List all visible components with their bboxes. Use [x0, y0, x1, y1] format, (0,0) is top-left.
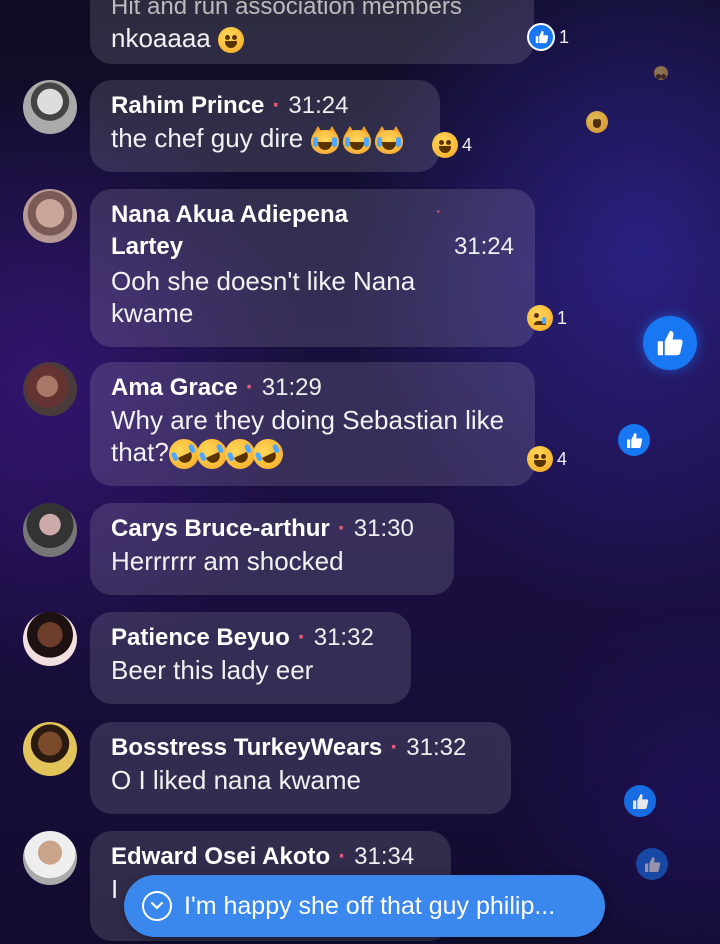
comment-text-inner: nkoaaaa [111, 23, 211, 53]
rofl-emoji [247, 434, 288, 475]
avatar[interactable] [23, 831, 77, 885]
floating-like-icon [618, 424, 650, 456]
reaction-summary[interactable]: 1 [527, 305, 567, 331]
reaction-summary[interactable]: 1 [527, 23, 569, 51]
comment-text-inner: the chef guy dire [111, 123, 304, 153]
floating-like-icon [643, 316, 697, 370]
crying-cat-emoji [310, 126, 340, 155]
avatar[interactable] [23, 722, 77, 776]
comment-bubble[interactable]: Nana Akua Adiepena · Lartey 31:24 Ooh sh… [90, 189, 535, 347]
comment-text-top: Hit and run association members [111, 0, 462, 20]
floating-like-icon [624, 785, 656, 817]
commenter-name[interactable]: Patience Beyuo [111, 624, 290, 651]
avatar[interactable] [23, 503, 77, 557]
comment-bubble[interactable]: Rahim Prince · 31:24 the chef guy dire [90, 80, 440, 172]
commenter-name[interactable]: Rahim Prince [111, 92, 264, 119]
commenter-name[interactable]: Nana Akua Adiepena [111, 201, 348, 228]
comment-header: Rahim Prince · 31:24 [111, 90, 418, 122]
floating-laugh-emoji [654, 66, 668, 80]
comment-bubble[interactable]: Carys Bruce-arthur · 31:30 Herrrrrr am sho… [90, 503, 454, 595]
commenter-name[interactable]: Carys Bruce-arthur [111, 515, 330, 542]
commenter-name[interactable]: Bosstress TurkeyWears [111, 734, 382, 761]
comment-text: Beer this lady eer [111, 655, 314, 685]
comment-header: Ama Grace · 31:29 [111, 372, 513, 404]
comment-text-inner: that? [111, 437, 169, 467]
separator-dot: · [297, 624, 306, 651]
sad-emoji [527, 305, 553, 331]
comment-timestamp: 31:34 [354, 843, 415, 870]
comment-timestamp: 31:32 [406, 734, 467, 761]
comment-bubble[interactable]: Hit and run association members nkoaaaa [90, 0, 534, 64]
comment-timestamp: 31:29 [261, 374, 322, 401]
comment-header: Nana Akua Adiepena · [111, 199, 513, 231]
comment-text: Herrrrrr am shocked [111, 546, 344, 576]
new-comments-pill[interactable]: I'm happy she off that guy philip... [124, 875, 605, 937]
comment-text: Ooh she doesn't like Nana [111, 266, 416, 296]
comment-bubble[interactable]: Patience Beyuo · 31:32 Beer this lady eer [90, 612, 411, 704]
reaction-count: 1 [557, 307, 568, 328]
comment-timestamp: 31:30 [353, 515, 414, 542]
comment-timestamp: 31:24 [288, 92, 349, 119]
avatar[interactable] [23, 189, 77, 243]
comment-text: nkoaaaa [111, 22, 512, 54]
separator-dot: · [390, 734, 399, 761]
comment-header: Edward Osei Akoto · 31:34 [111, 841, 429, 873]
separator-dot: · [337, 515, 346, 542]
chevron-down-icon [142, 891, 172, 921]
separator-dot: · [338, 843, 347, 870]
reaction-summary[interactable]: 4 [432, 132, 472, 158]
comment-header-line2: Lartey 31:24 [111, 231, 514, 263]
avatar[interactable] [23, 362, 77, 416]
comment-header: Bosstress TurkeyWears · 31:32 [111, 732, 489, 764]
laugh-emoji [527, 446, 553, 472]
like-icon [527, 23, 555, 51]
reaction-summary[interactable]: 4 [527, 446, 567, 472]
comment-bubble[interactable]: Ama Grace · 31:29 Why are they doing Sebas… [90, 362, 535, 486]
commenter-name[interactable]: Ama Grace [111, 374, 238, 401]
comment-text: the chef guy dire [111, 122, 418, 155]
separator-dot: · [245, 374, 254, 401]
comment-text: Why are they doing Sebastian like [111, 405, 505, 435]
commenter-name-line2[interactable]: Lartey [111, 231, 183, 263]
crying-cat-emoji [374, 126, 404, 155]
laugh-emoji [218, 27, 244, 54]
comment-text: O I liked nana kwame [111, 765, 362, 795]
crying-cat-emoji [342, 126, 372, 155]
reaction-count: 4 [557, 448, 568, 469]
commenter-name[interactable]: Edward Osei Akoto [111, 843, 330, 870]
laugh-emoji [432, 132, 458, 158]
avatar[interactable] [23, 80, 77, 134]
reaction-count: 4 [462, 134, 473, 155]
comment-bubble[interactable]: Bosstress TurkeyWears · 31:32 O I liked na… [90, 722, 511, 814]
comment-header: Patience Beyuo · 31:32 [111, 622, 389, 654]
comment-timestamp: 31:24 [453, 233, 514, 260]
new-comment-preview: I'm happy she off that guy philip... [184, 891, 556, 920]
comment-timestamp: 31:32 [313, 624, 374, 651]
reaction-count: 1 [559, 26, 570, 47]
comment-text-line2: that? [111, 434, 513, 475]
separator-dot: · [272, 92, 281, 119]
floating-laugh-emoji [586, 111, 608, 133]
floating-like-icon [636, 848, 668, 880]
comment-text-line2: kwame [111, 298, 194, 328]
comment-header: Carys Bruce-arthur · 31:30 [111, 513, 432, 545]
separator-dot: · [436, 203, 441, 219]
avatar[interactable] [23, 612, 77, 666]
